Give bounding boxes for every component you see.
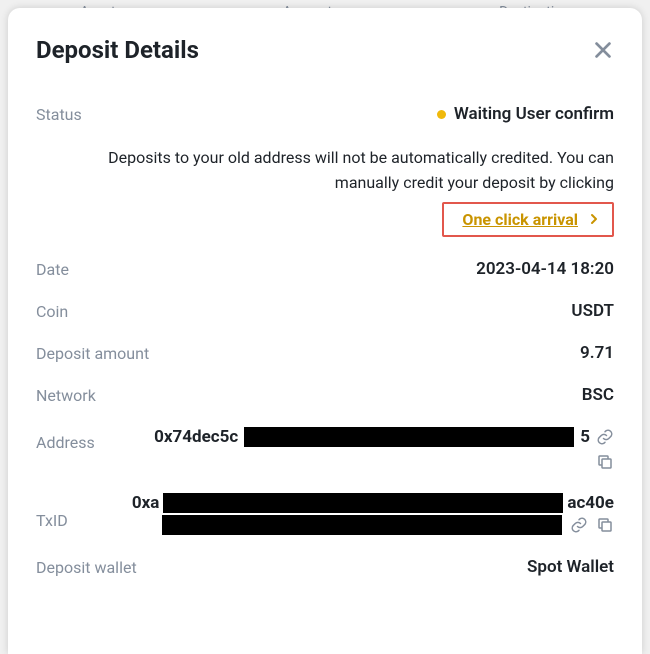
amount-row: Deposit amount 9.71 <box>36 343 614 363</box>
status-label: Status <box>36 104 82 124</box>
amount-label: Deposit amount <box>36 343 149 363</box>
network-value: BSC <box>582 385 614 405</box>
date-row: Date 2023-04-14 18:20 <box>36 259 614 279</box>
date-value: 2023-04-14 18:20 <box>476 259 614 279</box>
txid-redacted-2 <box>162 515 562 535</box>
modal-header: Deposit Details <box>36 36 614 64</box>
copy-icon <box>596 516 614 534</box>
address-prefix: 0x74dec5c <box>154 427 238 447</box>
amount-value: 9.71 <box>580 343 614 363</box>
txid-value-block: 0xa ac40e <box>88 493 614 535</box>
address-row: Address 0x74dec5c 5 <box>36 427 614 471</box>
address-label: Address <box>36 427 95 452</box>
notice-text: Deposits to your old address will not be… <box>36 146 614 196</box>
address-suffix: 5 <box>580 427 590 447</box>
txid-suffix: ac40e <box>567 493 614 513</box>
txid-prefix: 0xa <box>132 493 160 513</box>
deposit-details-modal: Deposit Details Status Waiting User conf… <box>8 8 642 654</box>
status-dot-icon <box>437 110 446 119</box>
address-link-button[interactable] <box>596 428 614 446</box>
txid-redacted-1 <box>163 493 563 513</box>
close-button[interactable] <box>592 39 614 61</box>
link-icon <box>570 516 588 534</box>
address-redacted <box>244 427 574 447</box>
address-copy-button[interactable] <box>596 453 614 471</box>
modal-title: Deposit Details <box>36 36 199 64</box>
wallet-value: Spot Wallet <box>527 557 614 577</box>
link-icon <box>596 428 614 446</box>
status-row: Status Waiting User confirm <box>36 104 614 124</box>
status-value: Waiting User confirm <box>454 104 614 124</box>
txid-link-button[interactable] <box>570 516 588 534</box>
copy-icon <box>596 453 614 471</box>
wallet-label: Deposit wallet <box>36 557 137 577</box>
txid-copy-button[interactable] <box>596 516 614 534</box>
address-value-block: 0x74dec5c 5 <box>125 427 614 471</box>
txid-label: TxID <box>36 493 68 530</box>
network-label: Network <box>36 385 96 405</box>
one-click-arrival-link[interactable]: One click arrival <box>462 210 578 229</box>
status-value-wrap: Waiting User confirm <box>437 104 614 124</box>
one-click-arrival-highlight: One click arrival <box>442 202 614 237</box>
network-row: Network BSC <box>36 385 614 405</box>
wallet-row: Deposit wallet Spot Wallet <box>36 557 614 577</box>
coin-value: USDT <box>571 301 614 321</box>
coin-label: Coin <box>36 301 68 321</box>
date-label: Date <box>36 259 69 279</box>
chevron-right-icon <box>586 211 602 227</box>
coin-row: Coin USDT <box>36 301 614 321</box>
txid-row: TxID 0xa ac40e <box>36 493 614 535</box>
close-icon <box>592 39 614 61</box>
